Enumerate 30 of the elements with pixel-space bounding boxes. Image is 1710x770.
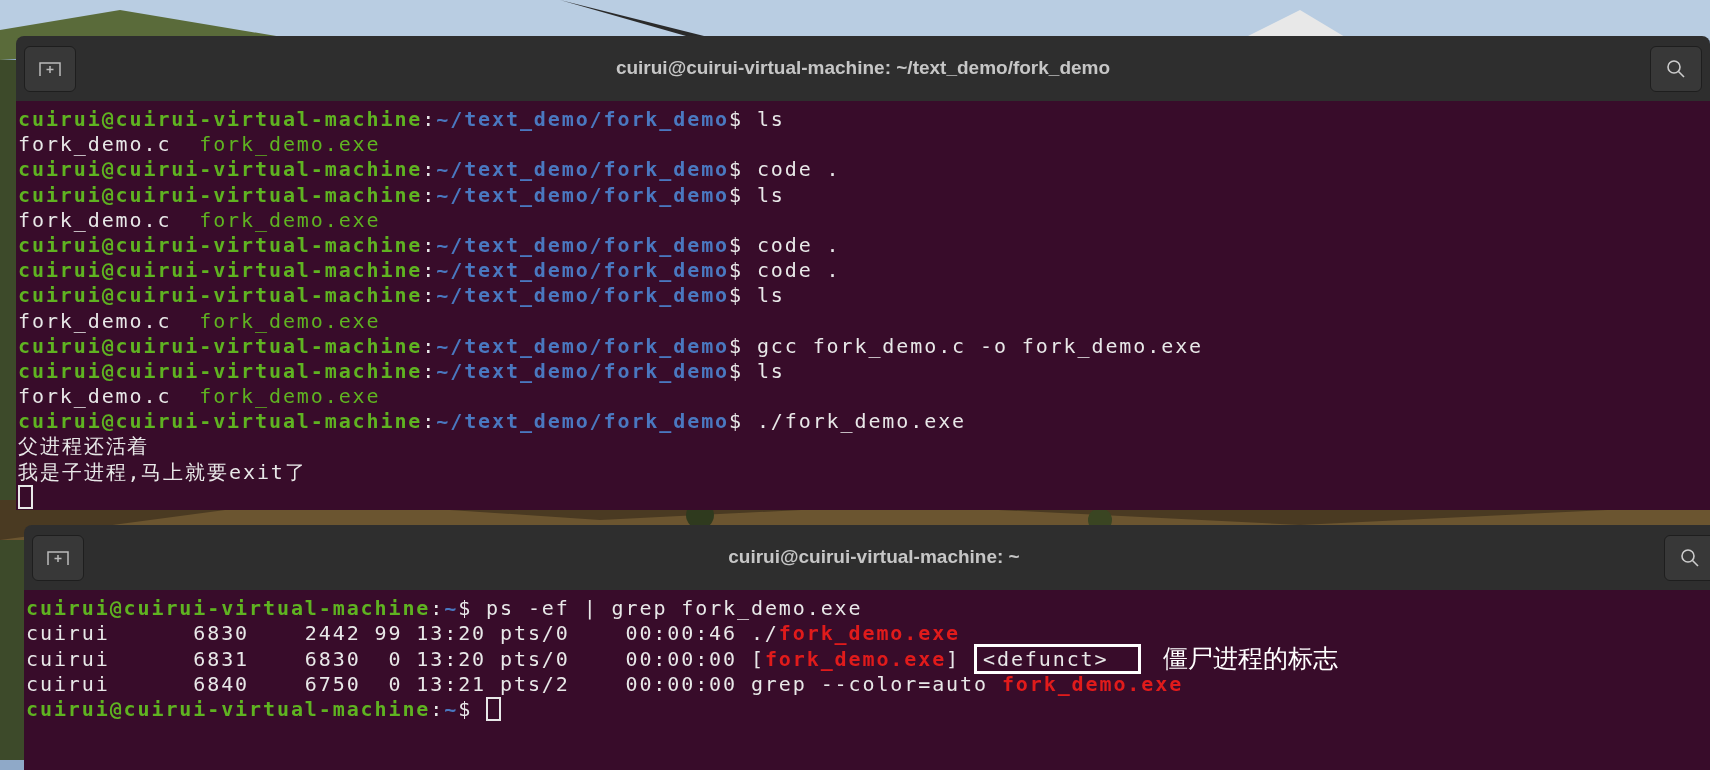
search-button[interactable] [1650,45,1702,92]
terminal-line: fork_demo.c fork_demo.exe [18,207,381,233]
terminal-line: cuirui@cuirui-virtual-machine:~/text_demo/fork_demo$ code . [18,258,841,284]
terminal-line: fork_demo.c fork_demo.exe [18,132,381,158]
terminal-line: cuirui@cuirui-virtual-machine:~/text_demo/fork_demo$ ls [18,283,785,309]
terminal-line: cuirui 6830 2442 99 13:20 pts/0 00:00:46 ./fork_demo.exe [26,621,961,647]
terminal-line: cuirui@cuirui-virtual-machine:~$ [26,696,474,722]
terminal-line: cuirui@cuirui-virtual-machine:~$ ps -ef | grep fork_demo.exe [26,596,863,622]
new-tab-icon [47,549,69,566]
window-title: cuirui@cuirui-virtual-machine: ~ [728,545,1020,570]
terminal-line: cuirui@cuirui-virtual-machine:~/text_demo/fork_demo$ code . [18,157,841,183]
search-icon [1680,547,1700,568]
terminal-line: 父进程还活着 [18,434,150,460]
terminal-line: 我是子进程,马上就要exit了 [18,459,307,485]
annotation-text: 僵尸进程的标志 [1163,646,1339,672]
terminal-line: fork_demo.c fork_demo.exe [18,384,381,410]
new-tab-button[interactable] [32,534,84,581]
terminal-line: cuirui 6840 6750 0 13:21 pts/2 00:00:00 grep --color=auto fork_demo.exe [26,671,1184,697]
terminal-line: cuirui@cuirui-virtual-machine:~/text_demo/fork_demo$ gcc fork_demo.c -o fork_demo.exe [18,333,1203,359]
terminal-line: cuirui@cuirui-virtual-machine:~/text_demo/fork_demo$ ./fork_demo.exe [18,409,966,435]
new-tab-icon [39,60,61,77]
search-icon [1666,58,1686,79]
new-tab-button[interactable] [24,45,76,92]
terminal-line: cuirui@cuirui-virtual-machine:~/text_demo/fork_demo$ ls [18,107,785,133]
terminal-line: cuirui@cuirui-virtual-machine:~/text_demo/fork_demo$ ls [18,358,785,385]
search-button[interactable] [1664,534,1710,581]
terminal-line: cuirui@cuirui-virtual-machine:~/text_demo/fork_demo$ code . [18,232,841,259]
terminal-line: cuirui@cuirui-virtual-machine:~/text_demo/fork_demo$ ls [18,182,785,208]
terminal-line: fork_demo.c fork_demo.exe [18,308,381,334]
window-title: cuirui@cuirui-virtual-machine: ~/text_demo/fork_demo [615,56,1111,81]
